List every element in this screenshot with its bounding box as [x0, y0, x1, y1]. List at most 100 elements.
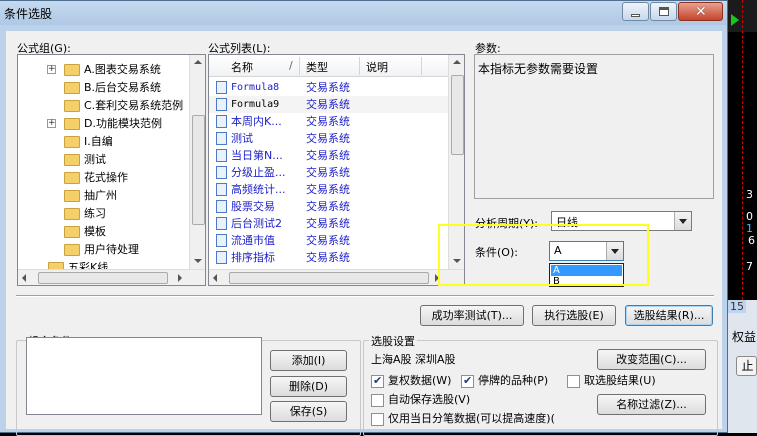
success-rate-test-button[interactable]: 成功率测试(T)... [420, 305, 524, 326]
table-row[interactable]: 高频统计... 交易系统 [209, 181, 449, 198]
dropdown-button[interactable] [674, 212, 691, 230]
row-name: 测试 [231, 132, 253, 145]
select-result-button[interactable]: 选股结果(R)... [625, 305, 713, 326]
folder-icon [64, 82, 80, 94]
checkbox-box[interactable] [371, 413, 384, 426]
chevron-down-icon [679, 219, 687, 224]
table-row[interactable]: Formula8 交易系统 [209, 79, 449, 96]
tree-item-label: 用户待处理 [84, 243, 139, 256]
list-horizontal-scrollbar[interactable] [209, 269, 464, 285]
tree-item[interactable]: 练习 [18, 205, 188, 223]
column-header-type[interactable]: 类型 [306, 59, 328, 75]
scrollbar-thumb[interactable] [192, 115, 205, 225]
maximize-button[interactable] [650, 2, 677, 21]
scroll-right-icon[interactable] [178, 274, 182, 282]
formula-icon [216, 217, 227, 230]
tree-item[interactable]: 测试 [18, 151, 188, 169]
scroll-down-icon[interactable] [194, 259, 202, 263]
bg-number: 6 [748, 234, 755, 247]
equity-label: 权益 [732, 330, 757, 344]
tree-item[interactable]: C.套利交易系统范例 [18, 97, 188, 115]
change-range-button[interactable]: 改变范围(C)... [597, 349, 706, 370]
tree-vertical-scrollbar[interactable] [189, 55, 205, 269]
save-button[interactable]: 保存(S) [270, 401, 347, 422]
formula-list[interactable]: 名称 / 类型 说明 Formula8 交易系统 Formula9 交易系统 本周内… [208, 54, 465, 286]
row-type: 交易系统 [306, 132, 350, 145]
column-header-name[interactable]: 名称 [231, 59, 253, 75]
table-row[interactable]: 本周内K... 交易系统 [209, 113, 449, 130]
scrollbar-thumb[interactable] [451, 75, 464, 155]
sort-indicator-icon: / [289, 59, 293, 72]
scrollbar-thumb[interactable] [229, 272, 429, 284]
row-name: Formula9 [231, 99, 280, 110]
market-range-text: 上海A股 深圳A股 [371, 353, 456, 366]
table-row[interactable]: 分级止盈... 交易系统 [209, 164, 449, 181]
row-name: 本周内K... [231, 115, 282, 128]
column-header-desc[interactable]: 说明 [366, 59, 388, 75]
params-text: 本指标无参数需要设置 [478, 62, 599, 76]
tree-item[interactable]: I.自编 [18, 133, 188, 151]
row-type: 交易系统 [306, 81, 350, 94]
checkbox-box[interactable] [567, 375, 580, 388]
minimize-button[interactable] [622, 2, 649, 21]
row-name: 当日第N... [231, 149, 283, 162]
scroll-up-icon[interactable] [453, 60, 461, 64]
checkbox-box[interactable] [371, 394, 384, 407]
title-bar: 条件选股 ✕ [0, 1, 727, 25]
folder-icon [64, 244, 80, 256]
tree-item[interactable]: B.后台交易系统 [18, 79, 188, 97]
row-type: 交易系统 [306, 217, 350, 230]
tree-item-label: 模板 [84, 225, 106, 238]
table-row[interactable]: 后台测试2 交易系统 [209, 215, 449, 232]
table-row[interactable]: 股票交易 交易系统 [209, 198, 449, 215]
column-separator[interactable] [421, 57, 422, 75]
tree-item[interactable]: 花式操作 [18, 169, 188, 187]
delete-button[interactable]: 删除(D) [270, 376, 347, 397]
separator [16, 295, 714, 297]
row-type: 交易系统 [306, 115, 350, 128]
expand-plus-icon[interactable]: + [47, 119, 56, 128]
scroll-left-icon[interactable] [22, 274, 26, 282]
row-name: 股票交易 [231, 200, 275, 213]
close-button[interactable]: ✕ [678, 2, 723, 21]
name-filter-button[interactable]: 名称过滤(Z)... [597, 394, 706, 415]
expand-plus-icon[interactable]: + [47, 65, 56, 74]
combined-conditions-textarea[interactable] [26, 337, 262, 415]
checkbox-box[interactable] [461, 374, 474, 388]
stop-button[interactable]: 止 [736, 356, 757, 376]
tree-item[interactable]: 模板 [18, 223, 188, 241]
minimize-icon [631, 14, 640, 17]
tree-item-label: 抽广州 [84, 189, 117, 202]
folder-icon [64, 190, 80, 202]
condition-select-dialog: 条件选股 ✕ 公式组(G): + A.图表交易系统 B.后台交易系统 C.套利交… [0, 0, 728, 436]
row-name: Formula8 [231, 82, 280, 93]
scroll-up-icon[interactable] [194, 60, 202, 64]
table-row[interactable]: 排序指标 交易系统 [209, 249, 449, 266]
column-separator[interactable] [299, 57, 300, 75]
bg-number: 3 [746, 188, 753, 201]
checkbox-label: 自动保存选股(V) [388, 393, 471, 406]
tree-item[interactable]: + A.图表交易系统 [18, 61, 188, 79]
formula-icon [216, 183, 227, 196]
tree-item[interactable]: 用户待处理 [18, 241, 188, 259]
add-button[interactable]: 添加(I) [270, 350, 347, 371]
column-separator[interactable] [359, 57, 360, 75]
tree-horizontal-scrollbar[interactable] [18, 269, 205, 285]
table-row[interactable]: 测试 交易系统 [209, 130, 449, 147]
checkbox-box[interactable] [371, 374, 384, 388]
tree-item[interactable]: 抽广州 [18, 187, 188, 205]
table-row[interactable]: 当日第N... 交易系统 [209, 147, 449, 164]
run-select-button[interactable]: 执行选股(E) [532, 305, 616, 326]
table-row[interactable]: Formula9 交易系统 [209, 96, 449, 113]
tree-item[interactable]: + D.功能模块范例 [18, 115, 188, 133]
formula-group-tree[interactable]: + A.图表交易系统 B.后台交易系统 C.套利交易系统范例 + D.功能模块范… [17, 54, 206, 286]
background-panel: 15 权益 止 [728, 300, 757, 433]
scrollbar-thumb[interactable] [38, 272, 168, 284]
table-row[interactable]: 流通市值 交易系统 [209, 232, 449, 249]
bg-number: 7 [746, 260, 753, 273]
scroll-left-icon[interactable] [213, 274, 217, 282]
list-header: 名称 / 类型 说明 [209, 55, 449, 77]
tree-item-label: A.图表交易系统 [84, 63, 161, 76]
row-name: 后台测试2 [231, 217, 282, 230]
formula-icon [216, 234, 227, 247]
